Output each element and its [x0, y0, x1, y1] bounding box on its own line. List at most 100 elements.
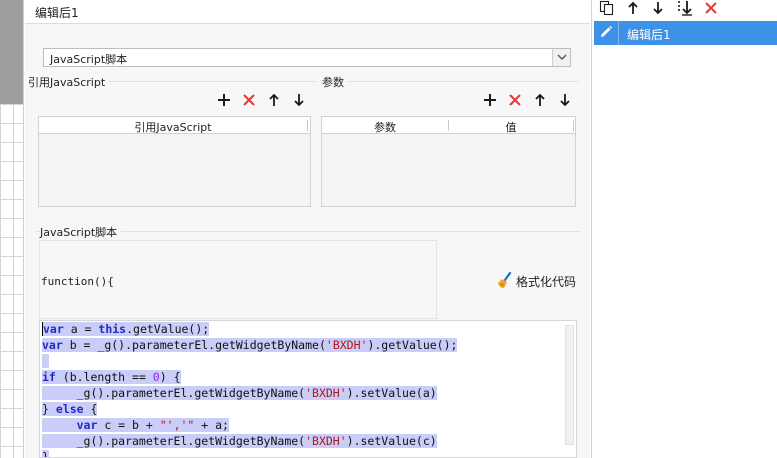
script-type-value: JavaScript脚本	[50, 53, 128, 66]
move-reference-down-button[interactable]	[291, 92, 307, 108]
script-type-select[interactable]: JavaScript脚本	[43, 48, 571, 67]
code-token: }	[42, 402, 56, 416]
code-selection: } else {	[42, 402, 98, 416]
arrow-up-icon	[535, 93, 545, 106]
move-event-bottom-button[interactable]	[676, 0, 692, 16]
code-line[interactable]: var b = _g().parameterEl.getWidgetByName…	[42, 337, 458, 353]
move-event-up-button[interactable]	[625, 0, 641, 16]
code-line[interactable]: _g().parameterEl.getWidgetByName('BXDH')…	[42, 433, 457, 449]
code-token: b = _g().parameterEl.getWidgetByName(	[62, 338, 326, 352]
code-token: _g().parameterEl.getWidgetByName(	[42, 434, 306, 448]
copy-event-button[interactable]	[599, 0, 615, 16]
code-selection: var b = _g().parameterEl.getWidgetByName…	[42, 338, 458, 352]
references-table-header: 引用JavaScript	[39, 117, 310, 134]
function-header-area: function(){	[39, 240, 437, 319]
spreadsheet-grid	[0, 104, 23, 458]
code-token: 'BXDH'	[325, 338, 368, 352]
move-bottom-icon	[678, 1, 692, 16]
code-line[interactable]: }	[42, 449, 457, 458]
arrow-down-icon	[294, 94, 304, 107]
column-header-reference: 引用JavaScript	[134, 121, 212, 134]
code-token: 'BXDH'	[305, 386, 347, 400]
params-table[interactable]: 参数 值	[321, 116, 576, 207]
code-token: _g().parameterEl.getWidgetByName(	[42, 386, 306, 400]
plus-icon	[218, 94, 230, 106]
panel-header: 编辑后1	[25, 0, 590, 24]
code-selection: if (b.length == 0) {	[42, 370, 181, 384]
code-selection: }	[42, 450, 49, 458]
code-line[interactable]: if (b.length == 0) {	[42, 369, 457, 385]
event-item-selected[interactable]: 编辑后1	[594, 21, 777, 45]
function-header: function(){	[41, 275, 114, 288]
code-token: var	[43, 322, 64, 336]
code-token: + a;	[194, 418, 229, 432]
format-code-label: 格式化代码	[516, 275, 577, 289]
code-token: if	[42, 370, 56, 384]
code-token: 'BXDH'	[305, 434, 347, 448]
column-header-value: 值	[505, 121, 517, 134]
event-item-label: 编辑后1	[627, 28, 671, 42]
code-token: ).setValue(c)	[346, 434, 437, 448]
code-line[interactable]	[42, 353, 457, 369]
code-selection: _g().parameterEl.getWidgetByName('BXDH')…	[42, 434, 437, 448]
event-list-panel: 编辑后1	[591, 0, 777, 458]
code-token: .getValue();	[126, 322, 210, 336]
column-separator	[307, 120, 308, 131]
spreadsheet-header-area	[0, 0, 23, 104]
code-editor[interactable]: var a = this.getValue(); var b = _g().par…	[39, 320, 577, 458]
chevron-down-icon[interactable]	[552, 49, 570, 66]
code-token: var	[76, 418, 98, 432]
code-token: }	[42, 450, 49, 458]
code-selection: _g().parameterEl.getWidgetByName('BXDH')…	[42, 386, 437, 400]
add-reference-button[interactable]	[216, 92, 232, 108]
move-reference-up-button[interactable]	[266, 92, 282, 108]
arrow-up-icon	[269, 93, 279, 106]
script-label: JavaScript脚本	[40, 224, 122, 240]
move-param-up-button[interactable]	[532, 92, 548, 108]
params-label: 参数	[322, 74, 348, 90]
delete-reference-button[interactable]	[241, 92, 257, 108]
code-token: ) {	[159, 370, 181, 384]
spreadsheet-edge	[0, 0, 24, 458]
code-token: var	[42, 338, 63, 352]
code-line[interactable]: } else {	[42, 401, 457, 417]
copy-icon	[599, 0, 614, 16]
code-token: ).getValue();	[367, 338, 458, 352]
arrow-down-icon	[653, 2, 663, 15]
plus-icon	[484, 94, 496, 106]
code-token: ).setValue(a)	[346, 386, 437, 400]
item-separator	[618, 21, 619, 45]
event-list-toolbar	[592, 0, 777, 18]
move-event-down-button[interactable]	[650, 0, 666, 16]
code-line[interactable]: var a = this.getValue();	[42, 321, 457, 337]
add-param-button[interactable]	[482, 92, 498, 108]
references-table[interactable]: 引用JavaScript	[38, 116, 311, 207]
column-separator	[573, 120, 574, 131]
vertical-scrollbar[interactable]	[565, 325, 574, 445]
close-icon	[509, 94, 521, 106]
broom-icon	[498, 272, 512, 288]
code-token: a =	[63, 322, 99, 336]
arrow-up-icon	[628, 1, 638, 14]
code-token: "','"	[159, 418, 195, 432]
code-line[interactable]: var c = b + "','" + a;	[42, 417, 457, 433]
close-icon	[705, 2, 717, 14]
code-selection: var a = this.getValue();	[42, 322, 210, 336]
code-selection	[42, 354, 49, 368]
event-editor-panel: 编辑后1 JavaScript脚本 引用JavaScript 引用JavaScr…	[25, 0, 590, 458]
delete-event-button[interactable]	[703, 0, 719, 16]
code-token: (b.length ==	[55, 370, 153, 384]
params-table-header: 参数 值	[322, 117, 575, 134]
arrow-down-icon	[560, 94, 570, 107]
references-label: 引用JavaScript	[28, 74, 110, 90]
panel-title: 编辑后1	[35, 6, 79, 20]
code-selection: var c = b + "','" + a;	[42, 418, 229, 432]
close-icon	[243, 94, 255, 106]
delete-param-button[interactable]	[507, 92, 523, 108]
code-token: this	[98, 322, 127, 336]
code-line[interactable]: _g().parameterEl.getWidgetByName('BXDH')…	[42, 385, 457, 401]
code-token: c = b +	[97, 418, 160, 432]
move-param-down-button[interactable]	[557, 92, 573, 108]
code-content[interactable]: var a = this.getValue(); var b = _g().par…	[42, 321, 458, 458]
